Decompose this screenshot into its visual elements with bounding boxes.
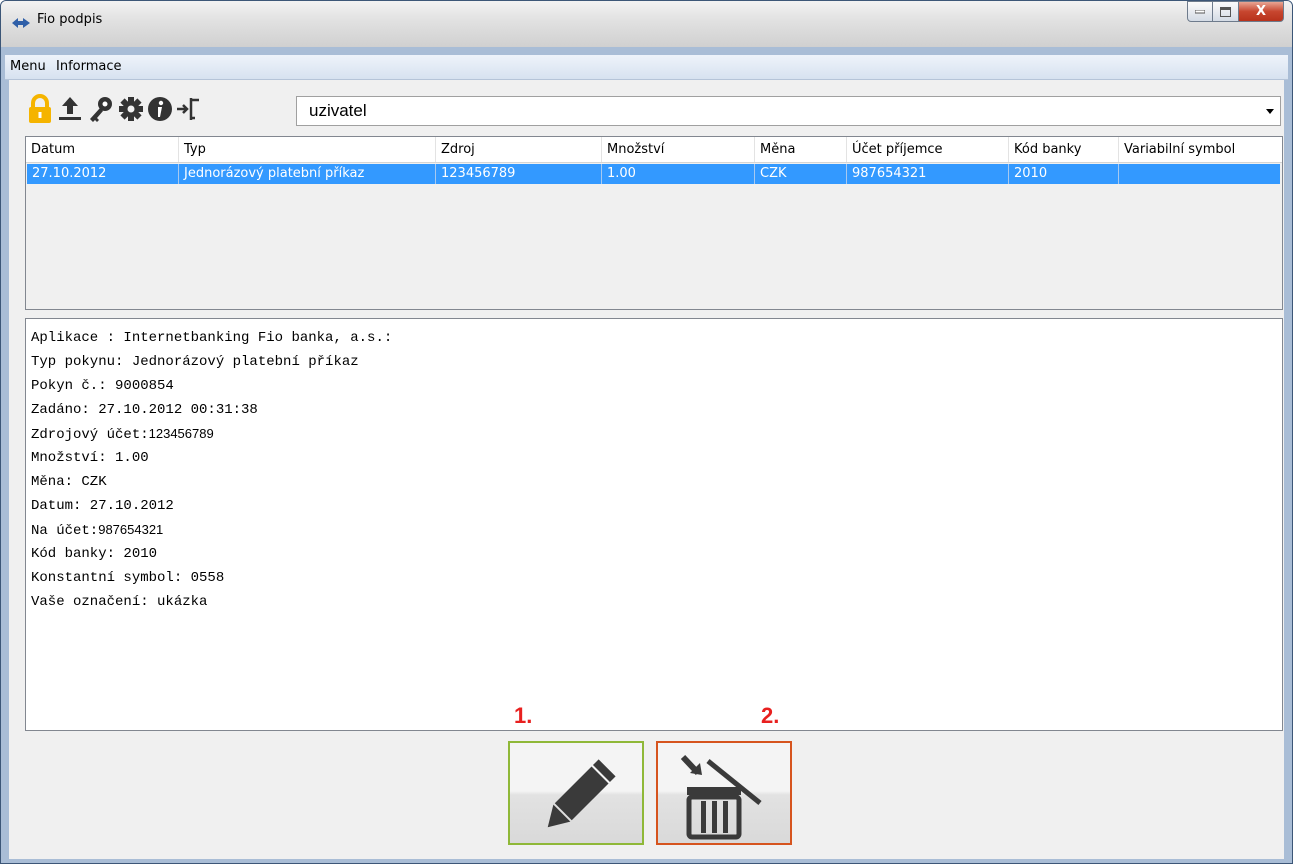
sign-button[interactable] (508, 741, 644, 845)
detail-label: Měna: CZK (31, 474, 107, 490)
key-icon[interactable] (87, 94, 115, 124)
gear-icon[interactable] (117, 94, 145, 124)
detail-label: Pokyn č.: 9000854 (31, 378, 174, 394)
detail-line: Datum: 27.10.2012 (31, 497, 1282, 521)
menu-bar: Menu Informace (5, 55, 1288, 80)
info-icon[interactable] (146, 94, 174, 124)
detail-label: Zadáno: 27.10.2012 00:31:38 (31, 402, 258, 418)
column-header-zdroj[interactable]: Zdroj (436, 137, 602, 162)
detail-label: Zdrojový účet: (31, 427, 149, 443)
cell-mnozstvi: 1.00 (602, 164, 755, 184)
cell-variabilni-symbol (1119, 164, 1280, 184)
detail-line: Množství: 1.00 (31, 449, 1282, 473)
detail-label: Vaše označení: ukázka (31, 594, 208, 610)
column-header-typ[interactable]: Typ (179, 137, 436, 162)
cell-ucet-prijemce: 987654321 (847, 164, 1009, 184)
cell-datum: 27.10.2012 (27, 164, 179, 184)
column-header-kod-banky[interactable]: Kód banky (1009, 137, 1119, 162)
detail-line: Na účet:987654321 (31, 521, 1282, 545)
detail-label: Na účet: (31, 523, 99, 539)
column-header-mena[interactable]: Měna (755, 137, 847, 162)
detail-line: Konstantní symbol: 0558 (31, 569, 1282, 593)
table-header: Datum Typ Zdroj Množství Měna Účet příje… (26, 137, 1282, 163)
detail-line: Zadáno: 27.10.2012 00:31:38 (31, 401, 1282, 425)
detail-value: 987654321 (98, 522, 164, 537)
payment-detail: Aplikace : Internetbanking Fio banka, a.… (25, 318, 1283, 731)
step-label-2: 2. (761, 703, 780, 728)
trash-icon (680, 754, 762, 840)
user-select-value: uzivatel (309, 101, 367, 120)
title-bar[interactable]: Fio podpis X (1, 1, 1292, 47)
detail-line: Kód banky: 2010 (31, 545, 1282, 569)
column-header-ucet-prijemce[interactable]: Účet příjemce (847, 137, 1009, 162)
detail-value: 123456789 (148, 426, 214, 441)
close-glyph: X (1255, 4, 1267, 19)
detail-label: Množství: 1.00 (31, 450, 149, 466)
step-label-1: 1. (514, 703, 533, 728)
cell-typ: Jednorázový platební příkaz (179, 164, 436, 184)
close-icon[interactable]: X (1239, 1, 1284, 22)
menu-item-menu[interactable]: Menu (10, 59, 46, 74)
detail-label: Aplikace : Internetbanking Fio banka, a.… (31, 330, 393, 346)
detail-label: Typ pokynu: Jednorázový platební příkaz (31, 354, 359, 370)
pencil-icon (547, 759, 616, 828)
delete-button[interactable] (656, 741, 792, 845)
detail-label: Konstantní symbol: 0558 (31, 570, 225, 586)
minimize-icon[interactable] (1187, 1, 1213, 22)
column-header-datum[interactable]: Datum (26, 137, 179, 162)
cell-kod-banky: 2010 (1009, 164, 1119, 184)
column-header-variabilni-symbol[interactable]: Variabilní symbol (1119, 137, 1279, 162)
table-row[interactable]: 27.10.2012 Jednorázový platební příkaz 1… (27, 164, 1280, 184)
detail-line: Zdrojový účet:123456789 (31, 425, 1282, 449)
detail-line: Aplikace : Internetbanking Fio banka, a.… (31, 329, 1282, 353)
upload-icon[interactable] (56, 94, 84, 124)
window-title: Fio podpis (37, 12, 103, 27)
user-select[interactable]: uzivatel (296, 96, 1281, 126)
payments-table: Datum Typ Zdroj Množství Měna Účet příje… (25, 136, 1283, 310)
chevron-down-icon[interactable] (1266, 109, 1274, 114)
app-window: Fio podpis X Menu Informace uzivatel Dat… (0, 0, 1293, 864)
window-controls: X (1187, 1, 1284, 22)
logout-icon[interactable] (175, 94, 203, 124)
column-header-mnozstvi[interactable]: Množství (602, 137, 755, 162)
fio-logo-icon (12, 18, 30, 28)
detail-line: Typ pokynu: Jednorázový platební příkaz (31, 353, 1282, 377)
detail-label: Kód banky: 2010 (31, 546, 158, 562)
menu-item-informace[interactable]: Informace (56, 59, 122, 74)
lock-icon[interactable] (26, 94, 54, 124)
maximize-icon[interactable] (1213, 1, 1239, 22)
main-panel: uzivatel Datum Typ Zdroj Množství Měna Ú… (9, 80, 1284, 859)
detail-label: Datum: 27.10.2012 (31, 498, 174, 514)
detail-line: Vaše označení: ukázka (31, 593, 1282, 617)
cell-zdroj: 123456789 (436, 164, 602, 184)
detail-line: Pokyn č.: 9000854 (31, 377, 1282, 401)
detail-line: Měna: CZK (31, 473, 1282, 497)
cell-mena: CZK (755, 164, 847, 184)
